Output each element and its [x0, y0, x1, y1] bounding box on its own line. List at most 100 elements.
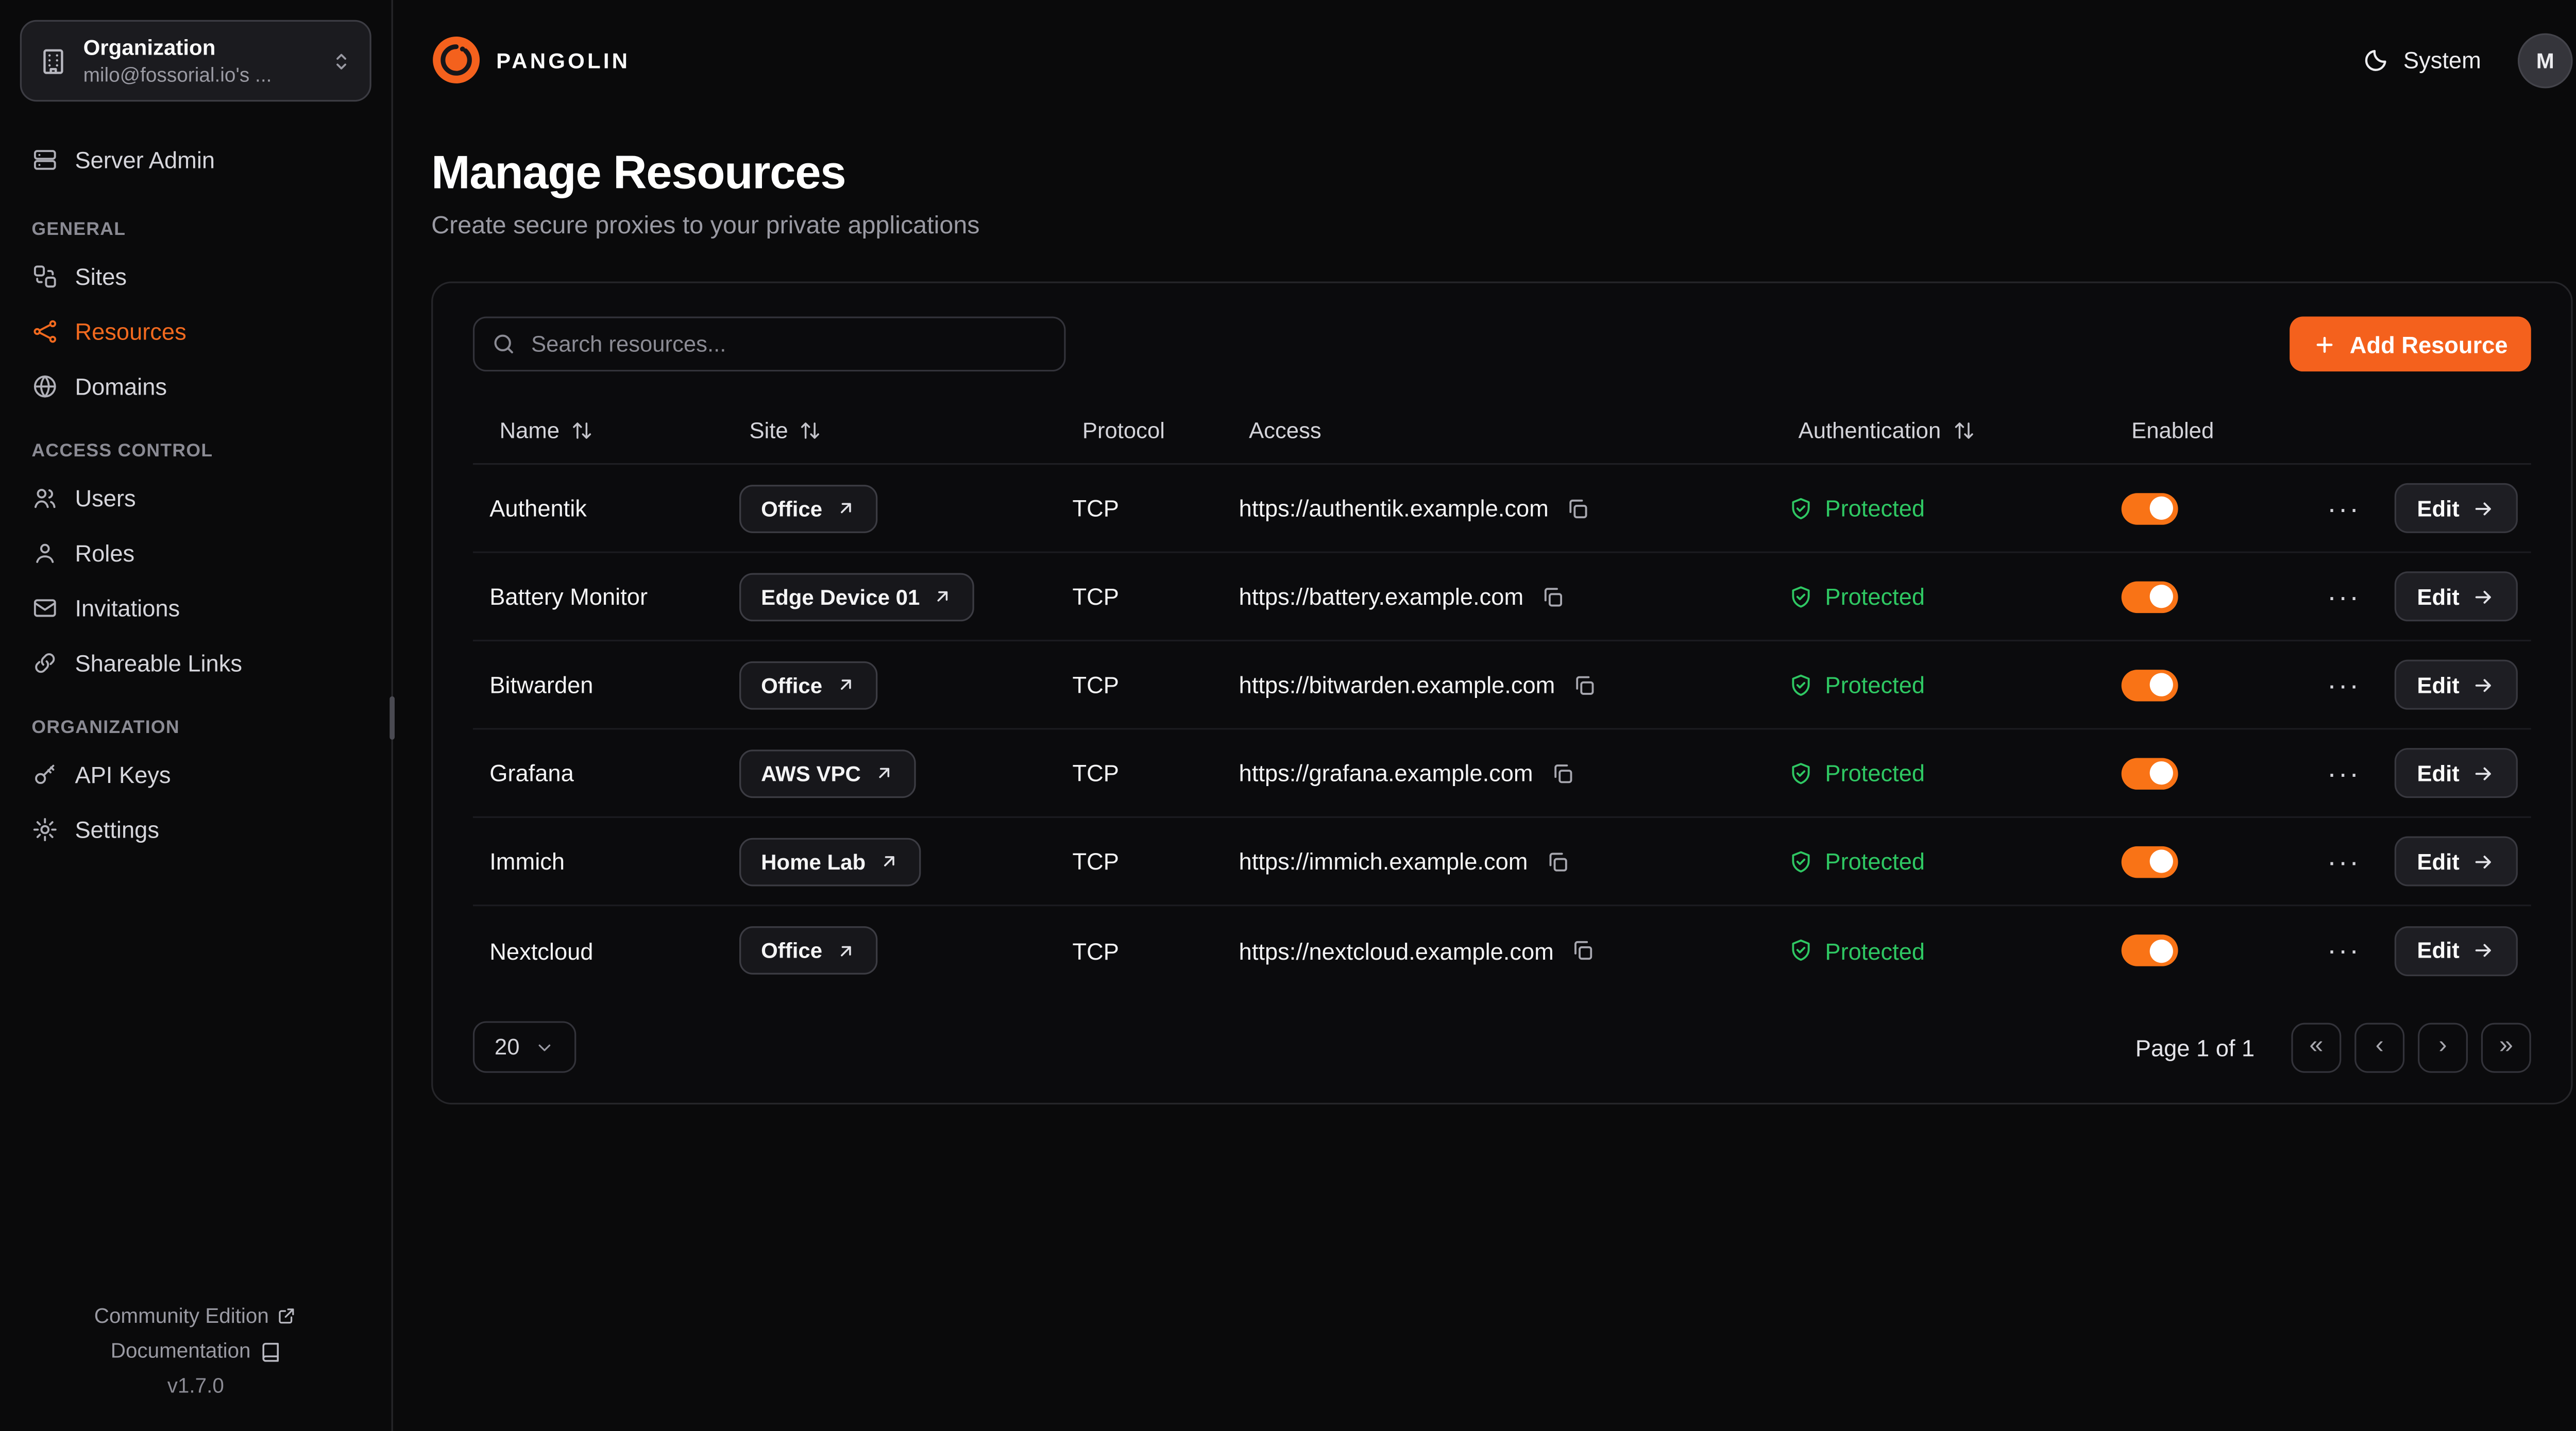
add-resource-label: Add Resource: [2350, 331, 2508, 357]
key-icon: [31, 760, 58, 787]
col-protocol: Protocol: [1056, 418, 1222, 444]
cell-site: Office: [723, 926, 1056, 975]
enabled-toggle[interactable]: [2122, 845, 2178, 877]
cell-name: Battery Monitor: [473, 583, 723, 610]
edit-button[interactable]: Edit: [2394, 571, 2518, 621]
next-page-button[interactable]: ›: [2418, 1022, 2468, 1072]
sidebar-item-sites[interactable]: Sites: [20, 248, 371, 303]
org-switcher[interactable]: Organization milo@fossorial.io's ...: [20, 20, 371, 101]
cell-site: Office: [723, 484, 1056, 532]
resources-table: Name Site Protocol Access: [473, 398, 2531, 995]
add-resource-button[interactable]: Add Resource: [2290, 316, 2531, 371]
cell-enabled: [2105, 669, 2313, 700]
cell-authentication: Protected: [1772, 848, 2105, 875]
toggle-knob: [2150, 939, 2173, 962]
sidebar-resize-handle[interactable]: [389, 696, 395, 740]
row-menu-button[interactable]: ···: [2320, 490, 2367, 525]
access-url: https://immich.example.com: [1239, 848, 1528, 875]
edit-button[interactable]: Edit: [2394, 483, 2518, 533]
sites-icon: [31, 262, 58, 289]
access-url: https://authentik.example.com: [1239, 495, 1549, 521]
previous-page-button[interactable]: ‹: [2354, 1022, 2404, 1072]
enabled-toggle[interactable]: [2122, 934, 2178, 966]
site-link-badge[interactable]: AWS VPC: [739, 749, 916, 797]
avatar[interactable]: M: [2518, 32, 2573, 88]
external-link-icon: [277, 1306, 297, 1326]
copy-button[interactable]: [1545, 849, 1569, 874]
auth-status: Protected: [1825, 671, 1925, 698]
row-menu-button[interactable]: ···: [2320, 933, 2367, 968]
row-menu-button[interactable]: ···: [2320, 667, 2367, 702]
copy-button[interactable]: [1550, 760, 1574, 786]
link-icon: [31, 649, 58, 676]
sort-site-button[interactable]: Site: [749, 418, 821, 444]
first-page-button[interactable]: «: [2291, 1022, 2341, 1072]
edit-button[interactable]: Edit: [2394, 925, 2518, 975]
arrow-up-right-icon: [836, 675, 856, 695]
last-page-button[interactable]: »: [2481, 1022, 2531, 1072]
resource-name: Grafana: [489, 760, 574, 787]
shield-check-icon: [1788, 672, 1813, 697]
moon-icon: [2363, 47, 2390, 74]
community-edition-link[interactable]: Community Edition: [20, 1304, 371, 1327]
cell-authentication: Protected: [1772, 495, 2105, 521]
site-link-badge[interactable]: Home Lab: [739, 837, 921, 885]
site-link-badge[interactable]: Edge Device 01: [739, 572, 975, 621]
sidebar-item-server-admin[interactable]: Server Admin: [20, 131, 371, 186]
enabled-toggle[interactable]: [2122, 581, 2178, 612]
shield-check-icon: [1788, 496, 1813, 521]
section-label-general: GENERAL: [31, 220, 360, 240]
cell-name: Nextcloud: [473, 937, 723, 964]
col-authentication: Authentication: [1772, 418, 2105, 444]
cell-access: https://battery.example.com: [1222, 583, 1772, 610]
site-link-badge[interactable]: Office: [739, 660, 877, 709]
sidebar-item-domains[interactable]: Domains: [20, 358, 371, 413]
arrow-up-right-icon: [879, 851, 899, 872]
copy-button[interactable]: [1570, 938, 1595, 963]
sidebar-item-invitations[interactable]: Invitations: [20, 580, 371, 635]
toggle-knob: [2150, 849, 2173, 873]
sidebar-item-resources[interactable]: Resources: [20, 303, 371, 359]
shield-check-icon: [1788, 849, 1813, 874]
site-link-badge[interactable]: Office: [739, 926, 877, 975]
sidebar-item-settings[interactable]: Settings: [20, 802, 371, 857]
copy-button[interactable]: [1540, 584, 1565, 609]
page-size-value: 20: [495, 1034, 520, 1060]
row-menu-button[interactable]: ···: [2320, 579, 2367, 614]
copy-button[interactable]: [1565, 496, 1590, 521]
sidebar-item-label: Domains: [75, 372, 167, 399]
table-row: Grafana AWS VPC TCP https://grafana.exam…: [473, 729, 2531, 817]
search-input[interactable]: [473, 316, 1066, 371]
globe-icon: [31, 372, 58, 399]
col-enabled-label: Enabled: [2131, 418, 2214, 444]
page-head: Manage Resources Create secure proxies t…: [431, 147, 2572, 240]
edit-button[interactable]: Edit: [2394, 660, 2518, 710]
row-menu-button[interactable]: ···: [2320, 756, 2367, 791]
sort-authentication-button[interactable]: Authentication: [1799, 418, 1974, 444]
access-url: https://grafana.example.com: [1239, 760, 1533, 787]
enabled-toggle[interactable]: [2122, 669, 2178, 700]
theme-toggle-button[interactable]: System: [2363, 47, 2481, 74]
site-link-badge[interactable]: Office: [739, 484, 877, 532]
enabled-toggle[interactable]: [2122, 757, 2178, 789]
cell-access: https://nextcloud.example.com: [1222, 937, 1772, 964]
site-name: Office: [761, 672, 822, 697]
sidebar-item-roles[interactable]: Roles: [20, 525, 371, 580]
sidebar-item-users[interactable]: Users: [20, 470, 371, 525]
documentation-link[interactable]: Documentation: [20, 1339, 371, 1362]
shield-check-icon: [1788, 938, 1813, 963]
auth-status: Protected: [1825, 760, 1925, 787]
sidebar-item-shareable-links[interactable]: Shareable Links: [20, 635, 371, 690]
sort-name-button[interactable]: Name: [500, 418, 593, 444]
site-name: Edge Device 01: [761, 584, 920, 609]
protocol-value: TCP: [1072, 937, 1118, 964]
edit-button[interactable]: Edit: [2394, 748, 2518, 798]
sidebar-item-api-keys[interactable]: API Keys: [20, 746, 371, 802]
row-menu-button[interactable]: ···: [2320, 844, 2367, 879]
enabled-toggle[interactable]: [2122, 492, 2178, 524]
site-name: AWS VPC: [761, 760, 861, 786]
arrow-right-icon: [2473, 940, 2495, 961]
edit-button[interactable]: Edit: [2394, 836, 2518, 886]
page-size-select[interactable]: 20: [473, 1021, 576, 1072]
copy-button[interactable]: [1572, 672, 1597, 697]
